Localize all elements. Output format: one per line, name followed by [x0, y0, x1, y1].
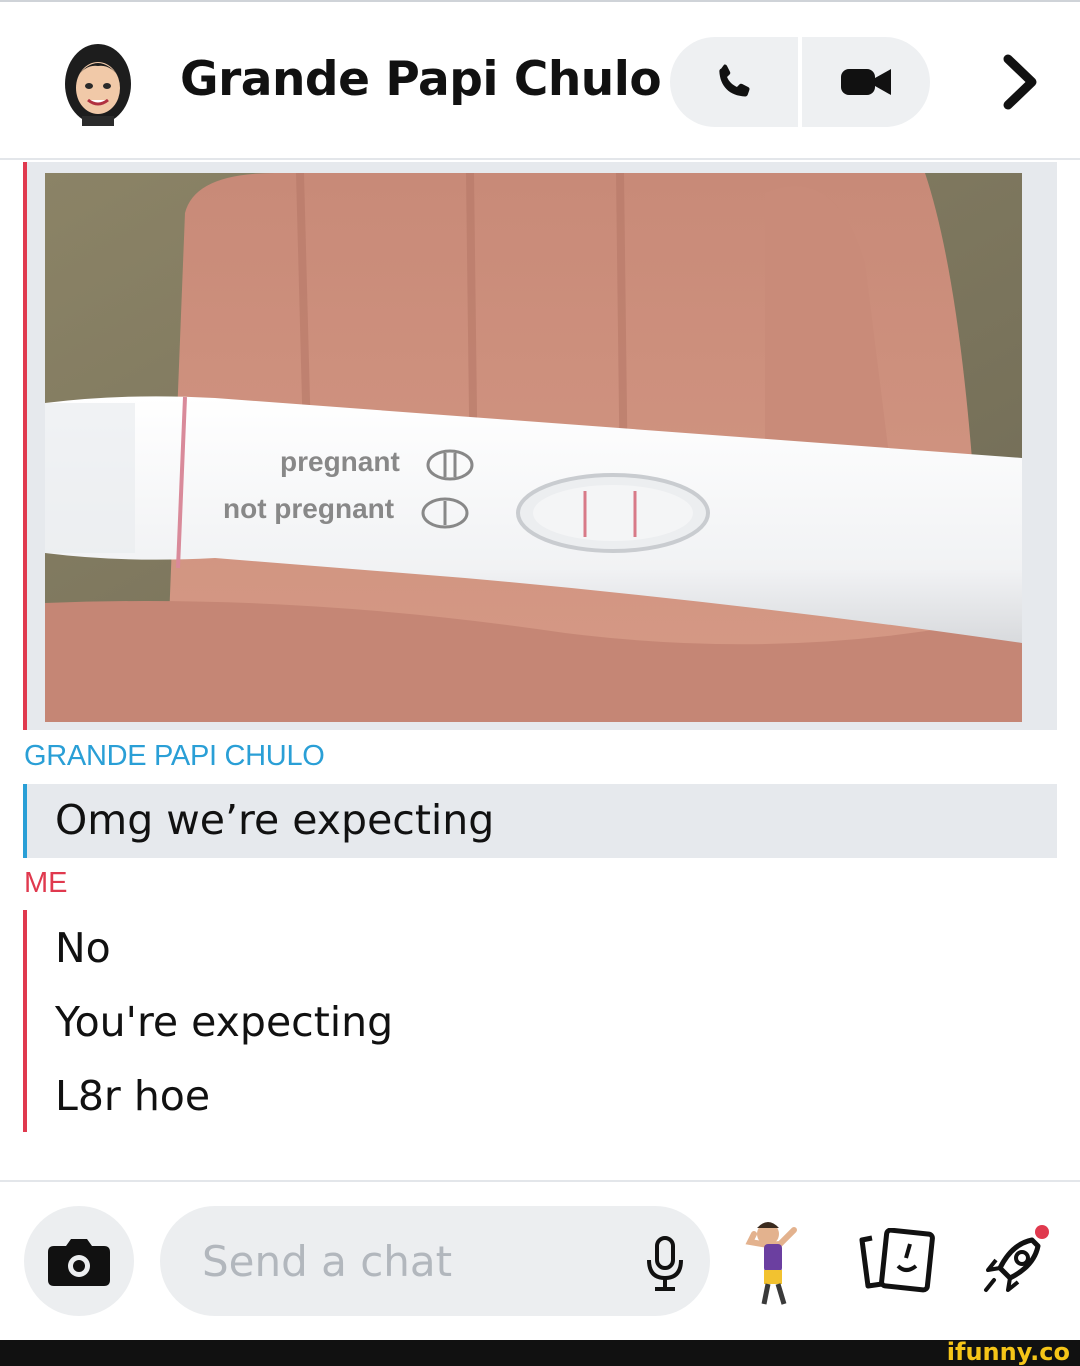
video-camera-icon: [841, 69, 891, 95]
microphone-icon[interactable]: [645, 1236, 685, 1292]
test-label-pregnant: pregnant: [280, 446, 400, 477]
chat-header: Grande Papi Chulo: [0, 0, 1080, 160]
friend-message-text[interactable]: Omg we’re expecting: [55, 796, 494, 844]
chevron-right-icon[interactable]: [990, 47, 1050, 117]
bitmoji-icon[interactable]: [740, 1218, 820, 1310]
ifunny-watermark: ifunny.co: [946, 1338, 1070, 1366]
camera-icon: [48, 1239, 110, 1286]
voice-call-button[interactable]: [670, 37, 798, 127]
phone-icon: [719, 64, 750, 97]
video-call-button[interactable]: [802, 37, 930, 127]
cards-icon[interactable]: [858, 1228, 936, 1294]
rocket-icon[interactable]: [982, 1222, 1052, 1298]
my-message[interactable]: You're expecting: [55, 998, 393, 1046]
watermark-bar: [0, 1340, 1080, 1366]
pregnancy-test-photo[interactable]: pregnant not pregnant: [45, 173, 1022, 722]
me-accent-bar: [23, 910, 27, 1132]
composer-divider: [0, 1180, 1080, 1182]
contact-name[interactable]: Grande Papi Chulo: [180, 52, 662, 107]
me-sender-label: ME: [24, 867, 68, 899]
chat-input-container: [160, 1206, 710, 1316]
friend-sender-label: GRANDE PAPI CHULO: [24, 740, 325, 772]
camera-button[interactable]: [24, 1206, 134, 1316]
call-button-group: [670, 37, 930, 127]
bitmoji-avatar[interactable]: [58, 40, 138, 126]
my-message[interactable]: No: [55, 924, 111, 972]
my-message[interactable]: L8r hoe: [55, 1072, 210, 1120]
test-label-not-pregnant: not pregnant: [223, 493, 394, 524]
chat-input[interactable]: [202, 1232, 622, 1290]
